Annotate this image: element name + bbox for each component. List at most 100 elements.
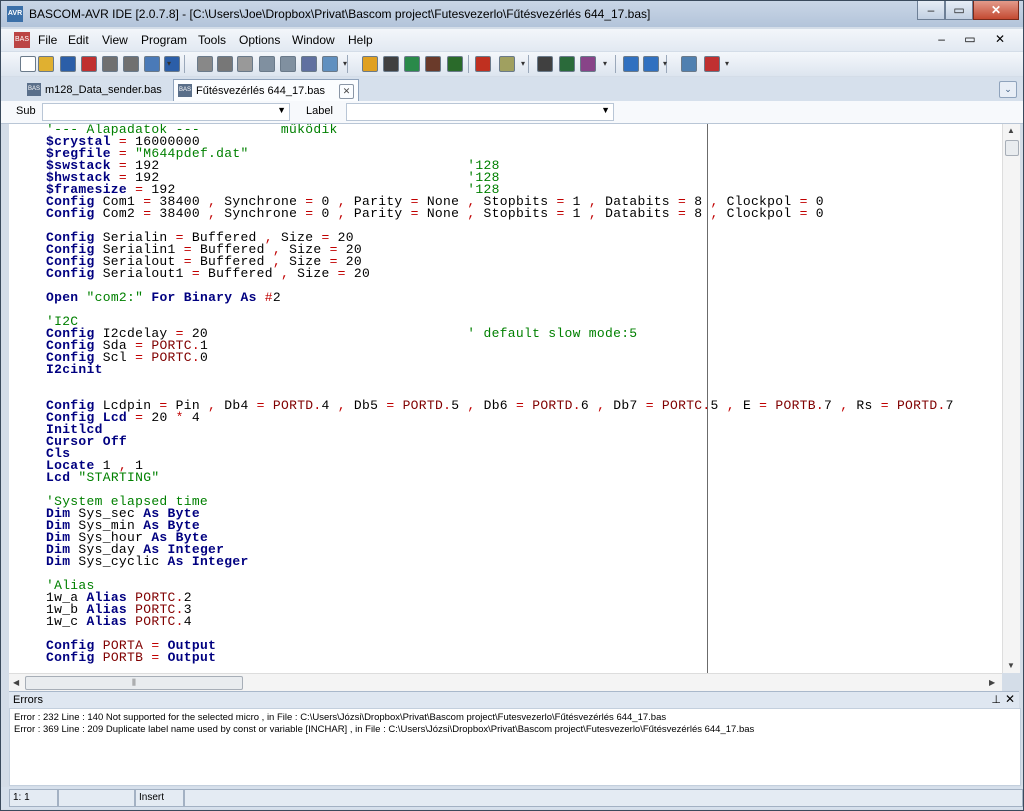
lcd-icon[interactable] bbox=[559, 56, 575, 72]
code-line[interactable] bbox=[46, 568, 954, 580]
graphic-icon[interactable] bbox=[580, 56, 596, 72]
right-margin-line bbox=[707, 124, 708, 673]
compile-icon[interactable] bbox=[404, 56, 420, 72]
zoom-icon[interactable] bbox=[144, 56, 160, 72]
mdi-controls[interactable]: ‒ ▭ ✕ bbox=[938, 32, 1013, 46]
scroll-left-icon[interactable]: ◀ bbox=[13, 678, 19, 687]
code-line[interactable] bbox=[46, 304, 954, 316]
horizontal-scroll-thumb[interactable]: ⫼ bbox=[25, 676, 243, 690]
maximize-button[interactable]: ▭ bbox=[945, 1, 973, 20]
pdf-icon[interactable] bbox=[704, 56, 720, 72]
copy-icon[interactable] bbox=[217, 56, 233, 72]
replace-icon[interactable] bbox=[322, 56, 338, 72]
insert-mode: Insert bbox=[135, 789, 184, 807]
pin-icon[interactable]: ⊥ bbox=[991, 693, 1001, 706]
sub-combo[interactable]: ▼ bbox=[42, 103, 290, 121]
paste-icon[interactable] bbox=[237, 56, 253, 72]
document-icon[interactable]: BAS bbox=[14, 32, 30, 48]
ide-window: AVR BASCOM-AVR IDE [2.0.7.8] - [C:\Users… bbox=[0, 0, 1024, 811]
menu-options[interactable]: Options bbox=[239, 33, 280, 47]
code-line[interactable]: Config Lcd = 20 * 4 bbox=[46, 411, 954, 424]
code-line[interactable]: Locate 1 , 1 bbox=[46, 459, 954, 472]
chevron-down-icon[interactable]: ▾ bbox=[725, 59, 729, 68]
close-button[interactable]: ✕ bbox=[973, 1, 1019, 20]
title-bar: AVR BASCOM-AVR IDE [2.0.7.8] - [C:\Users… bbox=[1, 1, 1023, 27]
open-file-icon[interactable] bbox=[38, 56, 54, 72]
menu-help[interactable]: Help bbox=[348, 33, 373, 47]
bascom-app-icon[interactable]: AVR bbox=[7, 6, 23, 22]
new-file-icon[interactable] bbox=[20, 56, 36, 72]
print-preview-icon[interactable] bbox=[123, 56, 139, 72]
tab-m128-data-sender[interactable]: BAS m128_Data_sender.bas bbox=[23, 79, 195, 101]
code-line[interactable]: Cursor Off bbox=[46, 435, 954, 448]
menu-bar: BAS File Edit View Program Tools Options… bbox=[1, 29, 1023, 51]
close-icon[interactable]: ✕ bbox=[1005, 692, 1015, 706]
info-icon[interactable] bbox=[643, 56, 659, 72]
code-line[interactable]: Config Serialout1 = Buffered , Size = 20 bbox=[46, 267, 954, 280]
tab-futesvezerles[interactable]: BAS Fűtésvezérlés 644_17.bas ✕ bbox=[173, 79, 359, 102]
code-line[interactable]: Config PORTB = Output bbox=[46, 651, 954, 664]
menu-view[interactable]: View bbox=[102, 33, 128, 47]
vertical-scroll-thumb[interactable] bbox=[1005, 140, 1019, 156]
code-line[interactable]: Lcd "STARTING" bbox=[46, 471, 954, 484]
save-icon[interactable] bbox=[60, 56, 76, 72]
tab-close-icon[interactable]: ✕ bbox=[339, 84, 354, 99]
chevron-down-icon[interactable]: ▼ bbox=[277, 105, 286, 115]
toolbar-separator bbox=[615, 55, 616, 73]
bas-file-icon: BAS bbox=[27, 83, 41, 96]
editor-gutter[interactable] bbox=[9, 124, 45, 673]
menu-edit[interactable]: Edit bbox=[68, 33, 89, 47]
scroll-right-icon[interactable]: ▶ bbox=[989, 678, 995, 687]
cut-icon[interactable] bbox=[197, 56, 213, 72]
menu-program[interactable]: Program bbox=[141, 33, 187, 47]
chevron-down-icon[interactable]: ▾ bbox=[521, 59, 525, 68]
scroll-down-icon[interactable]: ▼ bbox=[1007, 661, 1015, 670]
minimize-button[interactable]: ‒ bbox=[917, 1, 945, 20]
error-row[interactable]: Error : 369 Line : 209 Duplicate label n… bbox=[14, 724, 754, 735]
label-combo[interactable]: ▼ bbox=[346, 103, 614, 121]
simulate-icon[interactable] bbox=[475, 56, 491, 72]
toolbar-separator bbox=[347, 55, 348, 73]
chevron-down-icon[interactable]: ▾ bbox=[343, 59, 347, 68]
code-line[interactable]: Cls bbox=[46, 447, 954, 460]
print-icon[interactable] bbox=[102, 56, 118, 72]
save-all-icon[interactable] bbox=[81, 56, 97, 72]
vertical-scrollbar[interactable]: ▲ ▼ bbox=[1002, 124, 1020, 673]
code-line[interactable]: I2cinit bbox=[46, 363, 954, 376]
status-pane bbox=[58, 789, 135, 807]
chevron-down-icon[interactable]: ▾ bbox=[603, 59, 607, 68]
bookmark-icon[interactable] bbox=[362, 56, 378, 72]
search-help-icon[interactable] bbox=[681, 56, 697, 72]
code-line[interactable]: Config Scl = PORTC.0 bbox=[46, 351, 954, 364]
horizontal-scrollbar[interactable]: ◀ ⫼ ▶ bbox=[9, 673, 1002, 691]
tab-list-dropdown-icon[interactable]: ⌄ bbox=[999, 81, 1017, 98]
chevron-down-icon[interactable]: ▾ bbox=[663, 59, 667, 68]
code-line[interactable] bbox=[46, 376, 954, 388]
code-line[interactable]: Config Com2 = 38400 , Synchrone = 0 , Pa… bbox=[46, 207, 954, 220]
toolbar-separator bbox=[468, 55, 469, 73]
chevron-down-icon[interactable]: ▾ bbox=[167, 59, 171, 68]
status-message bbox=[184, 789, 1023, 807]
menu-window[interactable]: Window bbox=[292, 33, 335, 47]
outdent-icon[interactable] bbox=[280, 56, 296, 72]
run-icon[interactable] bbox=[499, 56, 515, 72]
code-text[interactable]: '--- Alapadatok --- működik $crystal = 16… bbox=[46, 124, 954, 664]
chevron-down-icon[interactable]: ▼ bbox=[601, 105, 610, 115]
program-chip-icon[interactable] bbox=[447, 56, 463, 72]
check-icon[interactable] bbox=[383, 56, 399, 72]
find-icon[interactable] bbox=[301, 56, 317, 72]
indent-icon[interactable] bbox=[259, 56, 275, 72]
scroll-up-icon[interactable]: ▲ bbox=[1007, 126, 1015, 135]
code-line[interactable]: 1w_c Alias PORTC.4 bbox=[46, 615, 954, 628]
chip-icon[interactable] bbox=[425, 56, 441, 72]
menu-tools[interactable]: Tools bbox=[198, 33, 226, 47]
help-icon[interactable] bbox=[623, 56, 639, 72]
error-row[interactable]: Error : 232 Line : 140 Not supported for… bbox=[14, 712, 666, 723]
terminal-icon[interactable] bbox=[537, 56, 553, 72]
code-editor[interactable]: '--- Alapadatok --- működik $crystal = 16… bbox=[9, 124, 1002, 673]
code-line[interactable]: Initlcd bbox=[46, 423, 954, 436]
menu-file[interactable]: File bbox=[38, 33, 57, 47]
code-line[interactable]: Open "com2:" For Binary As #2 bbox=[46, 291, 954, 304]
errors-title: Errors bbox=[13, 694, 43, 706]
code-line[interactable]: Dim Sys_cyclic As Integer bbox=[46, 555, 954, 568]
